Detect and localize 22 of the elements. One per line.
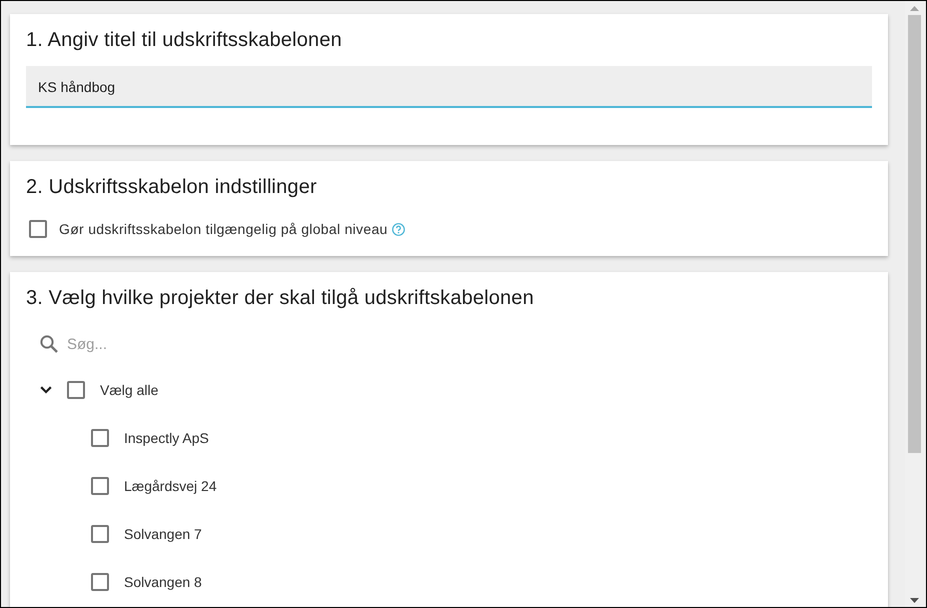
search-field[interactable]: Søg... (67, 332, 872, 356)
chevron-icon[interactable] (40, 386, 52, 394)
title-input-field[interactable]: KS håndbog (26, 66, 872, 108)
section-title: 2. Udskriftsskabelon indstillinger (26, 175, 317, 199)
tree-item-label[interactable]: Inspectly ApS (124, 430, 209, 446)
section-title: 3. Vælg hvilke projekter der skal tilgå udskriftskabelonen (26, 286, 534, 310)
checkbox-label[interactable]: Gør udskriftsskabelon tilgængelig på global niveau (59, 221, 388, 237)
checkbox[interactable] (29, 220, 47, 238)
checkbox[interactable] (67, 381, 85, 399)
tree-item-label[interactable]: Solvangen 7 (124, 526, 202, 542)
scroll-down-icon[interactable] (910, 598, 919, 602)
checkbox[interactable] (91, 525, 109, 543)
search-icon (40, 335, 58, 353)
checkbox[interactable] (91, 429, 109, 447)
scrollbar-thumb[interactable] (908, 15, 921, 453)
section-title: 1. Angiv titel til udskriftsskabelonen (26, 28, 342, 52)
checkbox[interactable] (91, 477, 109, 495)
checkbox[interactable] (91, 573, 109, 591)
tree-item-label[interactable]: Solvangen 8 (124, 574, 202, 590)
tree-item-label[interactable]: Lægårdsvej 24 (124, 478, 217, 494)
tree-item-label[interactable]: Vælg alle (100, 382, 158, 398)
help-icon[interactable] (392, 222, 405, 236)
